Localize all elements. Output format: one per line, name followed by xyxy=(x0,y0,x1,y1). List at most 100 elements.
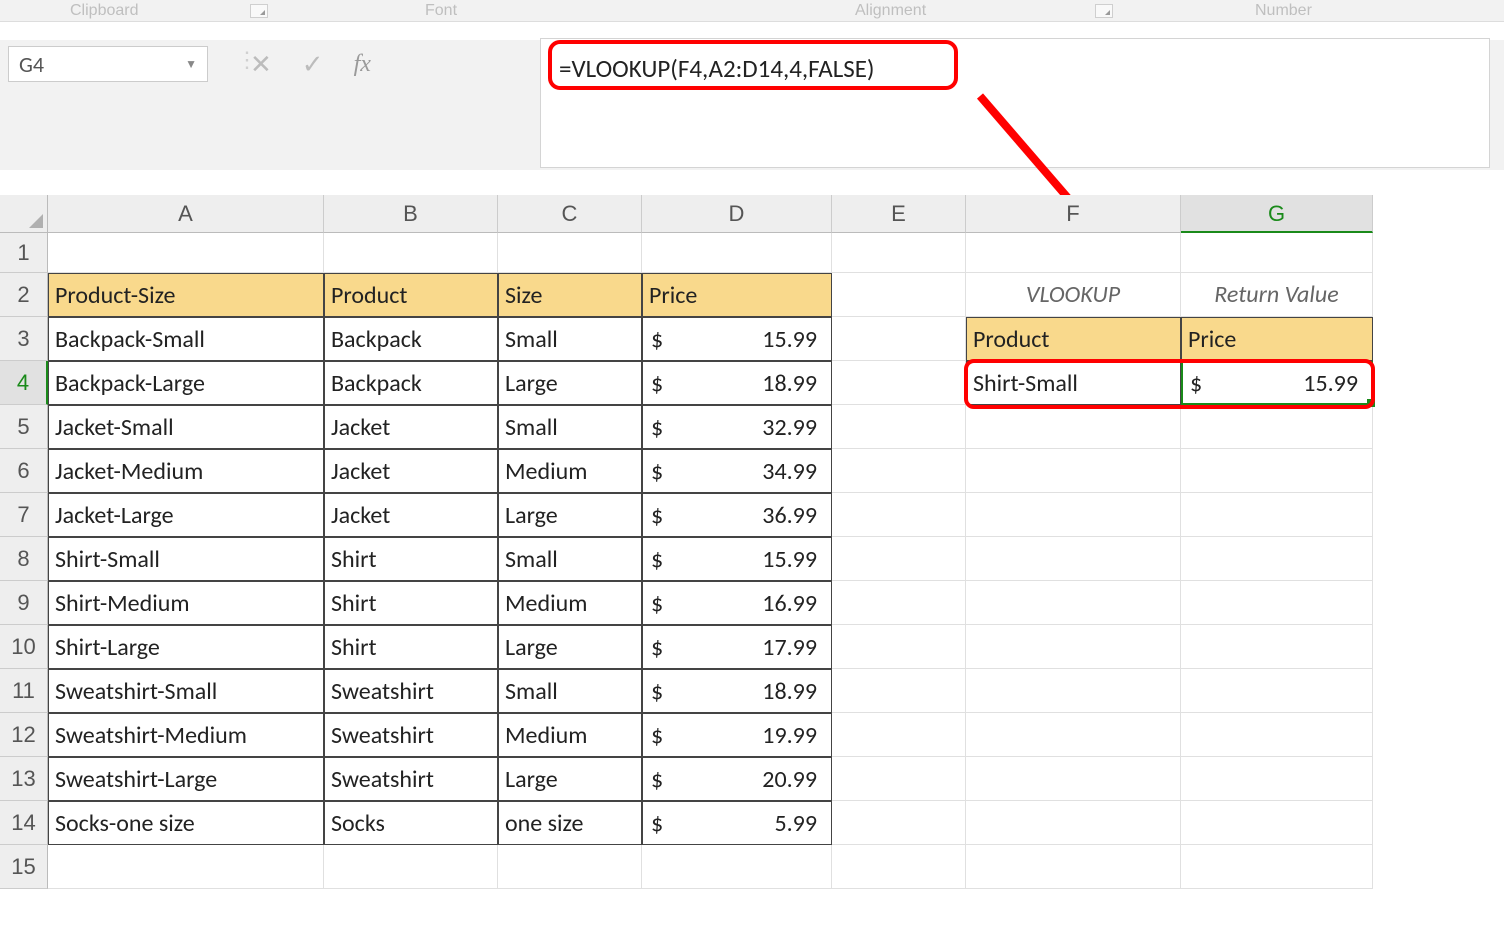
cell-C6[interactable]: Medium xyxy=(498,449,642,493)
cell-G7[interactable] xyxy=(1181,493,1373,537)
cell-B7[interactable]: Jacket xyxy=(324,493,498,537)
cell-A4[interactable]: Backpack-Large xyxy=(48,361,324,405)
cell-E14[interactable] xyxy=(832,801,966,845)
cell-G5[interactable] xyxy=(1181,405,1373,449)
cell-A7[interactable]: Jacket-Large xyxy=(48,493,324,537)
cell-B4[interactable]: Backpack xyxy=(324,361,498,405)
cell-B6[interactable]: Jacket xyxy=(324,449,498,493)
row-header-5[interactable]: 5 xyxy=(0,405,48,449)
cell-E7[interactable] xyxy=(832,493,966,537)
cell-D9[interactable]: $16.99 xyxy=(642,581,832,625)
cell-A14[interactable]: Socks-one size xyxy=(48,801,324,845)
cell-E9[interactable] xyxy=(832,581,966,625)
cell-C13[interactable]: Large xyxy=(498,757,642,801)
row-header-15[interactable]: 15 xyxy=(0,845,48,889)
cell-B14[interactable]: Socks xyxy=(324,801,498,845)
cell-D1[interactable] xyxy=(642,233,832,273)
cell-A10[interactable]: Shirt-Large xyxy=(48,625,324,669)
row-header-2[interactable]: 2 xyxy=(0,273,48,317)
cell-F12[interactable] xyxy=(966,713,1181,757)
row-header-8[interactable]: 8 xyxy=(0,537,48,581)
cell-G11[interactable] xyxy=(1181,669,1373,713)
cell-D14[interactable]: $5.99 xyxy=(642,801,832,845)
cell-G10[interactable] xyxy=(1181,625,1373,669)
select-all-corner[interactable] xyxy=(0,195,48,233)
row-header-4[interactable]: 4 xyxy=(0,361,48,405)
cell-A1[interactable] xyxy=(48,233,324,273)
cell-E11[interactable] xyxy=(832,669,966,713)
cell-E2[interactable] xyxy=(832,273,966,317)
cell-F11[interactable] xyxy=(966,669,1181,713)
cell-G12[interactable] xyxy=(1181,713,1373,757)
cell-D12[interactable]: $19.99 xyxy=(642,713,832,757)
cell-A8[interactable]: Shirt-Small xyxy=(48,537,324,581)
cell-F5[interactable] xyxy=(966,405,1181,449)
cell-F15[interactable] xyxy=(966,845,1181,889)
cell-F14[interactable] xyxy=(966,801,1181,845)
cell-A13[interactable]: Sweatshirt-Large xyxy=(48,757,324,801)
cell-C10[interactable]: Large xyxy=(498,625,642,669)
cell-F4[interactable]: Shirt-Small xyxy=(966,361,1181,405)
cell-B3[interactable]: Backpack xyxy=(324,317,498,361)
col-header-G[interactable]: G xyxy=(1181,195,1373,233)
cell-D5[interactable]: $32.99 xyxy=(642,405,832,449)
cell-G3[interactable]: Price xyxy=(1181,317,1373,361)
cell-B11[interactable]: Sweatshirt xyxy=(324,669,498,713)
fx-icon[interactable]: fx xyxy=(354,51,371,78)
row-header-14[interactable]: 14 xyxy=(0,801,48,845)
cell-E8[interactable] xyxy=(832,537,966,581)
cell-C15[interactable] xyxy=(498,845,642,889)
cell-B10[interactable]: Shirt xyxy=(324,625,498,669)
name-box[interactable]: G4 ▼ xyxy=(8,46,208,82)
cell-D13[interactable]: $20.99 xyxy=(642,757,832,801)
cell-A3[interactable]: Backpack-Small xyxy=(48,317,324,361)
cell-A5[interactable]: Jacket-Small xyxy=(48,405,324,449)
col-header-E[interactable]: E xyxy=(832,195,966,233)
row-header-3[interactable]: 3 xyxy=(0,317,48,361)
cell-G15[interactable] xyxy=(1181,845,1373,889)
dialog-launcher-icon[interactable] xyxy=(1095,4,1113,18)
cell-E6[interactable] xyxy=(832,449,966,493)
cell-D15[interactable] xyxy=(642,845,832,889)
cell-D8[interactable]: $15.99 xyxy=(642,537,832,581)
cell-F9[interactable] xyxy=(966,581,1181,625)
cell-E15[interactable] xyxy=(832,845,966,889)
row-header-9[interactable]: 9 xyxy=(0,581,48,625)
row-headers[interactable]: 123456789101112131415 xyxy=(0,233,48,889)
cell-E3[interactable] xyxy=(832,317,966,361)
cell-G9[interactable] xyxy=(1181,581,1373,625)
cell-A9[interactable]: Shirt-Medium xyxy=(48,581,324,625)
cell-B1[interactable] xyxy=(324,233,498,273)
cell-B13[interactable]: Sweatshirt xyxy=(324,757,498,801)
cell-F3[interactable]: Product xyxy=(966,317,1181,361)
cell-D2[interactable]: Price xyxy=(642,273,832,317)
col-header-F[interactable]: F xyxy=(966,195,1181,233)
cell-D10[interactable]: $17.99 xyxy=(642,625,832,669)
cell-G13[interactable] xyxy=(1181,757,1373,801)
cell-F6[interactable] xyxy=(966,449,1181,493)
cell-E13[interactable] xyxy=(832,757,966,801)
enter-icon[interactable]: ✓ xyxy=(302,48,324,80)
cell-C2[interactable]: Size xyxy=(498,273,642,317)
cell-E12[interactable] xyxy=(832,713,966,757)
cell-D11[interactable]: $18.99 xyxy=(642,669,832,713)
row-header-1[interactable]: 1 xyxy=(0,233,48,273)
row-header-7[interactable]: 7 xyxy=(0,493,48,537)
cell-B5[interactable]: Jacket xyxy=(324,405,498,449)
cell-D7[interactable]: $36.99 xyxy=(642,493,832,537)
cell-C3[interactable]: Small xyxy=(498,317,642,361)
column-headers[interactable]: ABCDEFG xyxy=(48,195,1373,233)
cell-D6[interactable]: $34.99 xyxy=(642,449,832,493)
cell-G4[interactable]: $15.99 xyxy=(1181,361,1373,405)
dialog-launcher-icon[interactable] xyxy=(250,4,268,18)
cell-B12[interactable]: Sweatshirt xyxy=(324,713,498,757)
row-header-6[interactable]: 6 xyxy=(0,449,48,493)
cell-D4[interactable]: $18.99 xyxy=(642,361,832,405)
cell-D3[interactable]: $15.99 xyxy=(642,317,832,361)
cell-C8[interactable]: Small xyxy=(498,537,642,581)
cell-F2[interactable]: VLOOKUP xyxy=(966,273,1181,317)
cell-B2[interactable]: Product xyxy=(324,273,498,317)
cell-G8[interactable] xyxy=(1181,537,1373,581)
cell-G2[interactable]: Return Value xyxy=(1181,273,1373,317)
row-header-10[interactable]: 10 xyxy=(0,625,48,669)
